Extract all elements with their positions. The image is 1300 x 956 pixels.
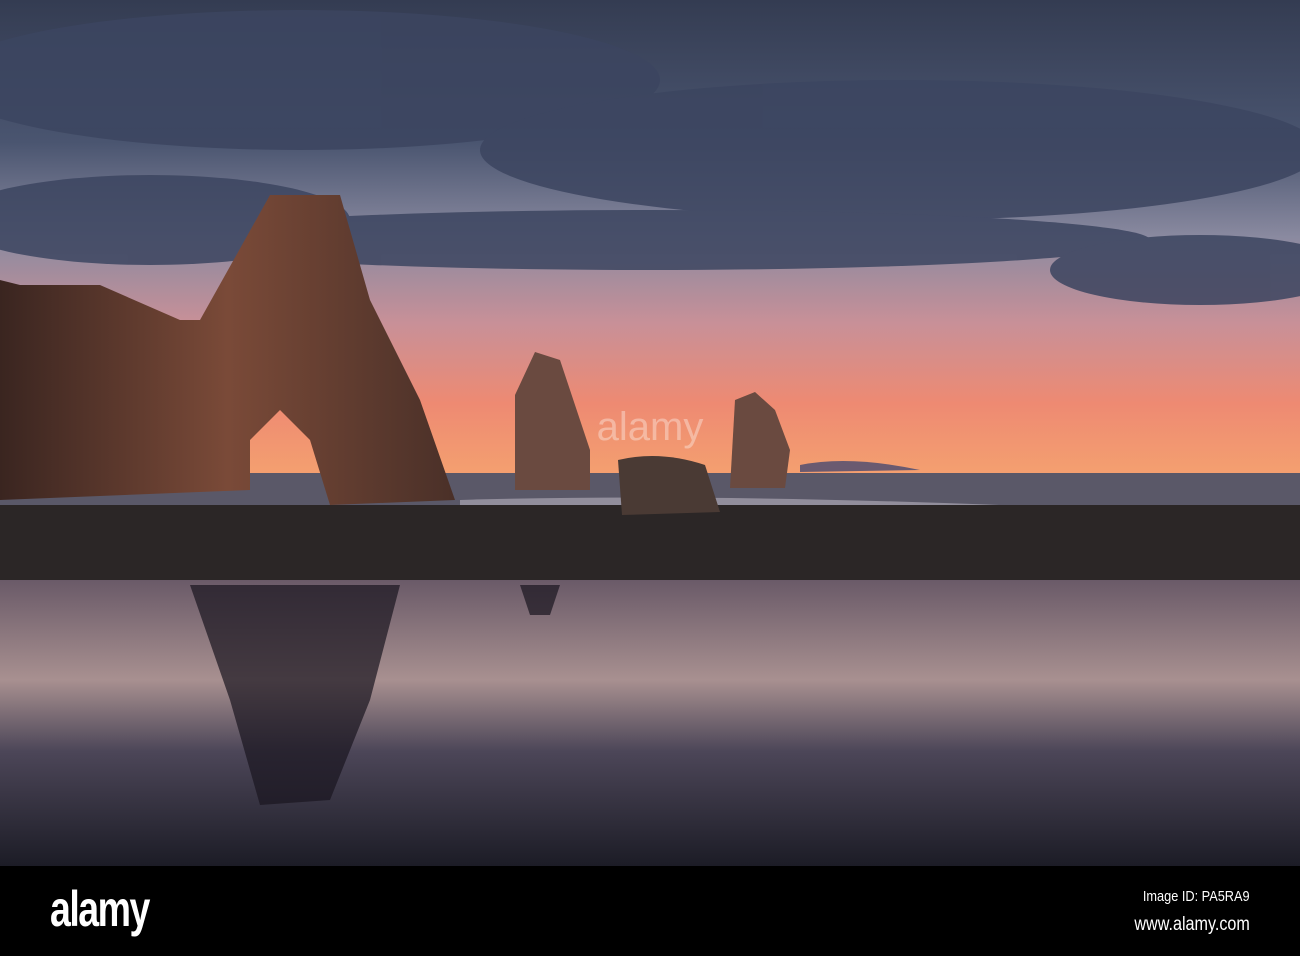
sea-stacks-sunset-photo: alamy xyxy=(0,0,1300,866)
image-id: Image ID: PA5RA9 xyxy=(1143,888,1250,905)
footer-bar: alamy Image ID: PA5RA9 www.alamy.com xyxy=(0,866,1300,956)
stock-photo-page: alamy alamy Image ID: PA5RA9 www.alamy.c… xyxy=(0,0,1300,956)
website-link[interactable]: www.alamy.com xyxy=(1135,914,1250,936)
watermark: alamy xyxy=(597,405,704,449)
alamy-logo: alamy xyxy=(50,881,150,937)
